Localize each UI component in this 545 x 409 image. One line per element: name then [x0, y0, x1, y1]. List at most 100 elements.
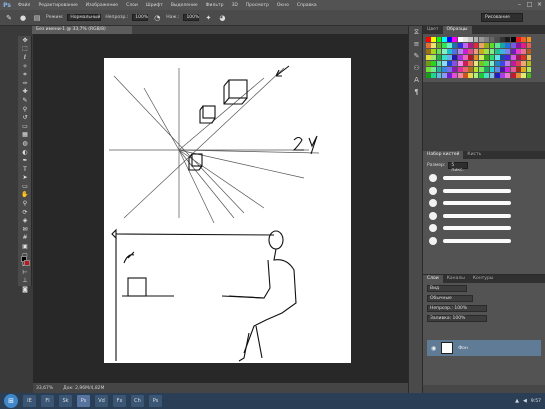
color-swatch[interactable]: [510, 37, 516, 42]
color-swatch[interactable]: [431, 43, 437, 48]
color-swatch[interactable]: [452, 37, 458, 42]
rotate-tool-icon[interactable]: ⟳: [18, 208, 32, 217]
eye-icon[interactable]: ◉: [431, 345, 436, 352]
color-swatch[interactable]: [494, 67, 500, 73]
taskbar-app[interactable]: Vd: [95, 395, 108, 407]
brush-tool-icon[interactable]: ✎: [4, 13, 14, 23]
shape-tool-icon[interactable]: ▭: [18, 182, 32, 191]
color-swatch[interactable]: [426, 73, 431, 79]
eraser-tool-icon[interactable]: ▭: [18, 122, 32, 131]
tab-brush[interactable]: Кисть: [463, 151, 485, 159]
minimize-icon[interactable]: –: [516, 1, 523, 8]
brush-preset[interactable]: [423, 172, 545, 185]
color-swatch[interactable]: [489, 43, 495, 48]
pressure-opacity-icon[interactable]: ◔: [152, 13, 162, 23]
color-swatch[interactable]: [473, 55, 479, 60]
brush-preset[interactable]: [423, 235, 545, 248]
healing-tool-icon[interactable]: ✚: [18, 88, 32, 97]
color-swatch[interactable]: [478, 67, 484, 73]
gradient-tool-icon[interactable]: ▦: [18, 131, 32, 140]
color-swatch[interactable]: [436, 49, 442, 54]
color-swatch[interactable]: [457, 55, 463, 60]
menu-file[interactable]: Файл: [14, 3, 34, 8]
color-swatch[interactable]: [441, 73, 447, 79]
background-color-swatch[interactable]: [24, 260, 30, 266]
color-swatch[interactable]: [526, 73, 532, 79]
color-swatch[interactable]: [516, 37, 521, 42]
color-swatch[interactable]: [489, 67, 495, 73]
move-tool-icon[interactable]: ✥: [18, 36, 32, 45]
color-swatch[interactable]: [473, 61, 479, 67]
color-swatch[interactable]: [494, 37, 500, 42]
zoom-tool-icon[interactable]: ⚲: [18, 199, 32, 208]
brush-icon[interactable]: ✎: [409, 50, 424, 62]
color-swatch[interactable]: [478, 43, 484, 48]
color-swatch[interactable]: [457, 43, 463, 48]
menu-view[interactable]: Просмотр: [242, 3, 273, 8]
color-swatch[interactable]: [436, 73, 442, 79]
color-swatch[interactable]: [494, 43, 500, 48]
color-swatch[interactable]: [484, 43, 490, 48]
color-swatch[interactable]: [426, 67, 431, 73]
menu-layer[interactable]: Слои: [122, 3, 142, 8]
color-swatch[interactable]: [510, 49, 516, 54]
tab-layers[interactable]: Слои: [423, 275, 443, 283]
color-swatch[interactable]: [526, 67, 532, 73]
color-swatch[interactable]: [452, 73, 458, 79]
dodge-tool-icon[interactable]: ◐: [18, 148, 32, 157]
color-swatch[interactable]: [457, 73, 463, 79]
pressure-size-icon[interactable]: ◕: [217, 13, 227, 23]
color-swatch[interactable]: [447, 73, 452, 79]
color-swatch[interactable]: [457, 61, 463, 67]
color-swatch[interactable]: [436, 37, 442, 42]
color-swatch[interactable]: [505, 73, 511, 79]
mode-select[interactable]: Нормальный: [67, 14, 102, 21]
tab-color[interactable]: Цвет: [423, 26, 443, 34]
color-swatch[interactable]: [468, 55, 474, 60]
measure-tool-icon[interactable]: ⊥: [18, 277, 32, 286]
color-swatch[interactable]: [489, 49, 495, 54]
document-tab[interactable]: Без имени-1 @ 33,7% (RGB/8): [32, 26, 132, 34]
color-swatch[interactable]: [484, 37, 490, 42]
menu-help[interactable]: Справка: [293, 3, 321, 8]
color-swatch[interactable]: [500, 67, 505, 73]
brush-panel-toggle-icon[interactable]: ▤: [32, 13, 42, 23]
layer-row[interactable]: ◉ Фон: [427, 340, 541, 356]
color-swatch[interactable]: [489, 61, 495, 67]
color-swatch[interactable]: [468, 43, 474, 48]
color-swatch[interactable]: [521, 67, 527, 73]
color-swatch[interactable]: [473, 73, 479, 79]
color-swatch[interactable]: [452, 43, 458, 48]
color-swatch[interactable]: [526, 43, 532, 48]
color-swatch[interactable]: [441, 37, 447, 42]
color-swatch[interactable]: [521, 55, 527, 60]
marquee-tool-icon[interactable]: ⬚: [18, 45, 32, 54]
color-swatch[interactable]: [452, 61, 458, 67]
color-swatch[interactable]: [436, 61, 442, 67]
color-swatch[interactable]: [478, 61, 484, 67]
tab-brush-presets[interactable]: Набор кистей: [423, 151, 464, 159]
color-swatch[interactable]: [468, 49, 474, 54]
color-swatch[interactable]: [431, 67, 437, 73]
color-swatch[interactable]: [526, 49, 532, 54]
taskbar-app[interactable]: Sk: [59, 395, 72, 407]
history-brush-tool-icon[interactable]: ↺: [18, 113, 32, 122]
color-swatch[interactable]: [521, 61, 527, 67]
start-button[interactable]: ⊞: [4, 394, 18, 408]
color-swatch[interactable]: [505, 49, 511, 54]
color-swatch[interactable]: [441, 61, 447, 67]
character-icon[interactable]: A: [409, 74, 424, 86]
color-swatch[interactable]: [505, 61, 511, 67]
color-swatch[interactable]: [484, 61, 490, 67]
color-swatch[interactable]: [447, 37, 452, 42]
volume-icon[interactable]: ◀: [523, 398, 527, 404]
color-swatch[interactable]: [463, 43, 468, 48]
maximize-icon[interactable]: □: [526, 1, 533, 8]
lasso-tool-icon[interactable]: ℓ: [18, 53, 32, 62]
paragraph-icon[interactable]: ¶: [409, 86, 424, 98]
tab-swatches[interactable]: Образцы: [442, 26, 472, 34]
color-swatch[interactable]: [510, 43, 516, 48]
quick-select-tool-icon[interactable]: ✧: [18, 62, 32, 71]
color-swatch[interactable]: [526, 61, 532, 67]
path-select-tool-icon[interactable]: ➤: [18, 174, 32, 183]
